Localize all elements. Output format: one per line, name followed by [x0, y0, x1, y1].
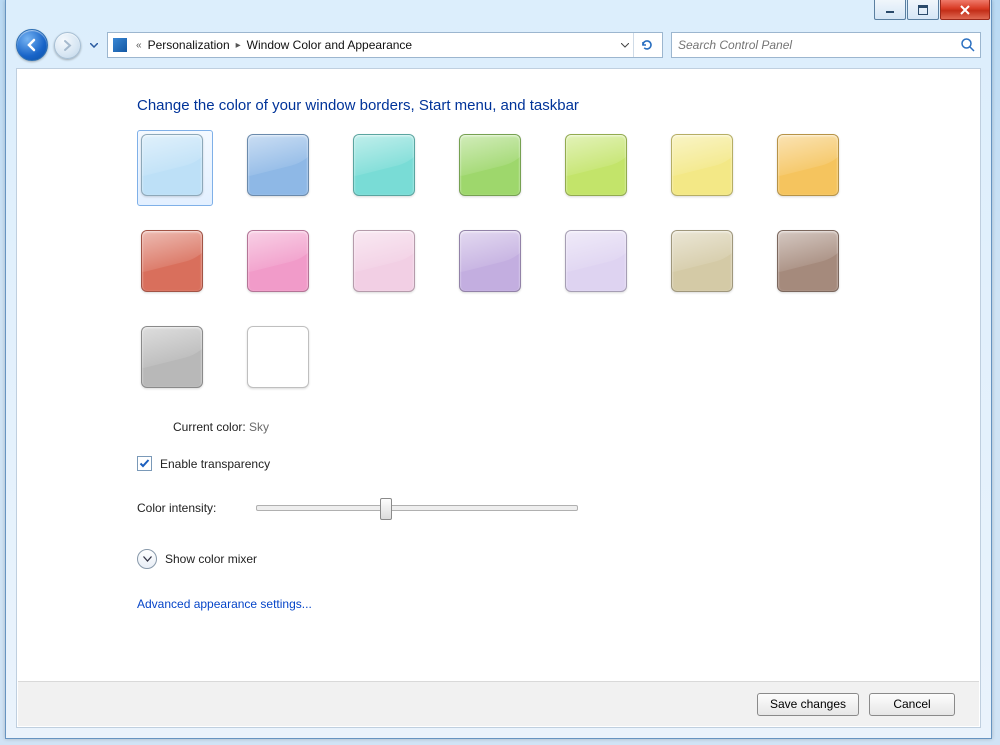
color-swatch[interactable]	[137, 226, 213, 302]
control-panel-icon	[112, 37, 128, 53]
transparency-row: Enable transparency	[137, 456, 946, 471]
nav-forward-button[interactable]	[54, 32, 81, 59]
intensity-row: Color intensity:	[137, 501, 946, 515]
chevron-down-icon	[143, 556, 152, 562]
current-color-value: Sky	[249, 420, 269, 434]
transparency-label: Enable transparency	[160, 457, 270, 471]
intensity-slider[interactable]	[256, 505, 578, 511]
color-mixer-row[interactable]: Show color mixer	[137, 549, 946, 569]
window-frame: « Personalization ▸ Window Color and App…	[5, 0, 992, 739]
breadcrumb-level1[interactable]: Personalization	[144, 36, 234, 54]
refresh-button[interactable]	[633, 33, 660, 57]
intensity-label: Color intensity:	[137, 501, 216, 515]
color-swatch[interactable]	[137, 130, 213, 206]
close-button[interactable]	[940, 0, 990, 20]
minimize-button[interactable]	[874, 0, 906, 20]
search-icon	[960, 37, 976, 53]
intensity-slider-thumb[interactable]	[380, 498, 392, 520]
color-swatch[interactable]	[773, 226, 849, 302]
search-box[interactable]	[671, 32, 981, 58]
color-swatch[interactable]	[561, 130, 637, 206]
search-input[interactable]	[676, 37, 960, 53]
breadcrumb-level2[interactable]: Window Color and Appearance	[243, 36, 416, 54]
address-dropdown[interactable]	[617, 43, 633, 48]
expander-button[interactable]	[137, 549, 157, 569]
content-frame: Change the color of your window borders,…	[16, 68, 981, 728]
color-swatch[interactable]	[455, 130, 531, 206]
nav-history-dropdown[interactable]	[87, 31, 101, 59]
color-swatch[interactable]	[243, 130, 319, 206]
nav-back-button[interactable]	[16, 29, 48, 61]
refresh-icon	[640, 38, 654, 52]
save-changes-button[interactable]: Save changes	[757, 693, 859, 716]
chevron-right-icon: ▸	[236, 40, 241, 51]
arrow-right-icon	[61, 39, 74, 52]
page-heading: Change the color of your window borders,…	[137, 97, 946, 114]
current-color-label: Current color:	[173, 420, 246, 434]
color-swatch[interactable]	[243, 322, 319, 398]
footer-bar: Save changes Cancel	[18, 681, 979, 726]
maximize-button[interactable]	[907, 0, 939, 20]
chevron-down-icon	[621, 43, 629, 48]
color-mixer-label: Show color mixer	[165, 552, 257, 566]
title-bar	[874, 0, 991, 22]
nav-bar: « Personalization ▸ Window Color and App…	[16, 28, 981, 62]
color-swatch-grid	[137, 130, 897, 398]
color-swatch[interactable]	[243, 226, 319, 302]
transparency-checkbox[interactable]	[137, 456, 152, 471]
color-swatch[interactable]	[455, 226, 531, 302]
advanced-appearance-link[interactable]: Advanced appearance settings...	[137, 597, 312, 611]
breadcrumb-chevrons-icon: «	[136, 40, 142, 51]
color-swatch[interactable]	[349, 130, 425, 206]
current-color-row: Current color: Sky	[173, 420, 946, 434]
color-swatch[interactable]	[561, 226, 637, 302]
check-icon	[139, 458, 150, 469]
color-swatch[interactable]	[667, 130, 743, 206]
chevron-down-icon	[90, 43, 98, 48]
cancel-button[interactable]: Cancel	[869, 693, 955, 716]
color-swatch[interactable]	[137, 322, 213, 398]
color-swatch[interactable]	[349, 226, 425, 302]
color-swatch[interactable]	[667, 226, 743, 302]
address-bar[interactable]: « Personalization ▸ Window Color and App…	[107, 32, 663, 58]
color-swatch[interactable]	[773, 130, 849, 206]
arrow-left-icon	[24, 37, 40, 53]
